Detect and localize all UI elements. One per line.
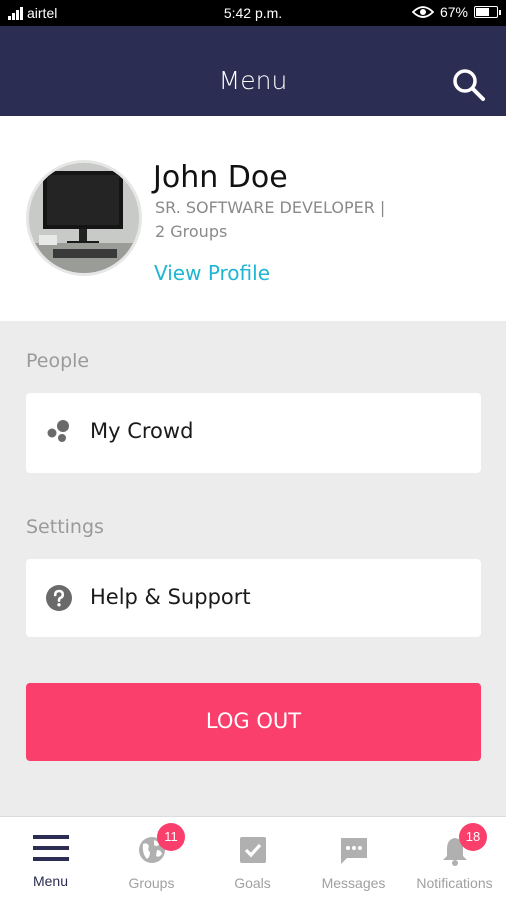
nav-messages[interactable]: Messages bbox=[303, 817, 404, 900]
status-bar: airtel 5:42 p.m. 67% bbox=[0, 0, 506, 26]
my-crowd-label: My Crowd bbox=[90, 419, 194, 443]
notifications-badge: 18 bbox=[459, 823, 487, 851]
eye-icon bbox=[411, 6, 434, 18]
section-label-people: People bbox=[26, 350, 90, 372]
page-title: Menu bbox=[218, 66, 288, 95]
nav-menu-label: Menu bbox=[32, 873, 69, 889]
avatar[interactable] bbox=[26, 160, 142, 276]
nav-notifications[interactable]: 18 Notifications bbox=[404, 817, 505, 900]
section-label-settings: Settings bbox=[26, 516, 104, 538]
crowd-icon bbox=[46, 419, 72, 445]
profile-card: John Doe SR. SOFTWARE DEVELOPER | 2 Grou… bbox=[0, 116, 506, 321]
nav-notifications-label: Notifications bbox=[416, 875, 493, 891]
hamburger-icon bbox=[32, 835, 69, 861]
help-icon bbox=[46, 585, 72, 611]
nav-groups-label: Groups bbox=[128, 875, 175, 891]
app-bar: Menu bbox=[0, 26, 506, 116]
groups-badge: 11 bbox=[157, 823, 185, 851]
nav-messages-label: Messages bbox=[321, 875, 386, 891]
logout-label: LOG OUT bbox=[205, 709, 302, 733]
battery-icon bbox=[474, 6, 501, 18]
profile-role: SR. SOFTWARE DEVELOPER | bbox=[155, 198, 386, 217]
nav-goals-label: Goals bbox=[234, 875, 271, 891]
nav-groups[interactable]: 11 Groups bbox=[101, 817, 202, 900]
search-icon[interactable] bbox=[448, 64, 488, 104]
bottom-nav: Menu 11 Groups Goals Messages 18 Notific… bbox=[0, 816, 506, 900]
profile-groups: 2 Groups bbox=[155, 222, 228, 241]
chat-icon bbox=[340, 838, 367, 864]
nav-goals[interactable]: Goals bbox=[202, 817, 303, 900]
help-support-label: Help & Support bbox=[90, 585, 251, 609]
profile-name: John Doe bbox=[153, 160, 288, 195]
nav-menu[interactable]: Menu bbox=[0, 817, 101, 900]
view-profile-link[interactable]: View Profile bbox=[154, 261, 270, 285]
battery-percent: 67% bbox=[439, 4, 468, 20]
checkbox-icon bbox=[239, 837, 266, 863]
battery-fill bbox=[476, 8, 489, 16]
status-right: 67% bbox=[411, 4, 501, 20]
help-support-item[interactable]: Help & Support bbox=[26, 559, 481, 637]
logout-button[interactable]: LOG OUT bbox=[26, 683, 481, 761]
my-crowd-item[interactable]: My Crowd bbox=[26, 393, 481, 473]
